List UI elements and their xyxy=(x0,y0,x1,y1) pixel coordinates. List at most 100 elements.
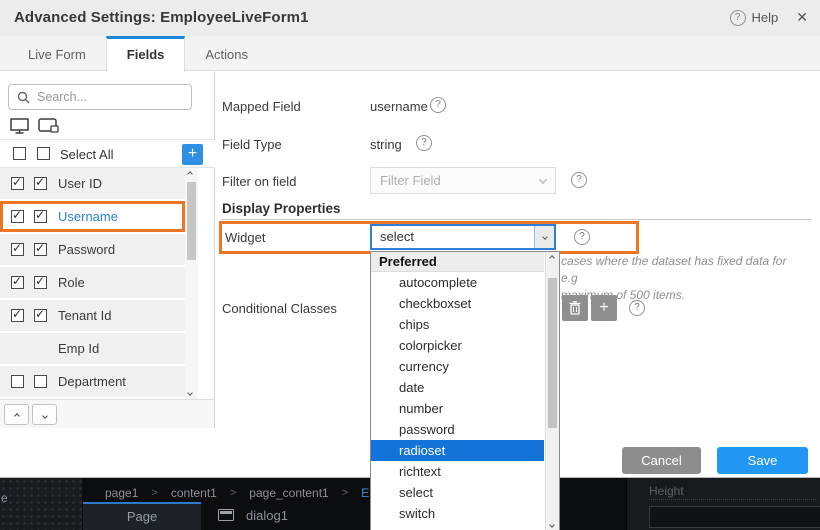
scroll-down-icon[interactable] xyxy=(187,390,193,396)
filter-on-field-label: Filter on field xyxy=(222,174,296,189)
option-autocomplete[interactable]: autocomplete xyxy=(371,272,544,293)
breadcrumb: page1 > content1 > page_content1 > Emplo… xyxy=(105,486,415,500)
field-item-user-id[interactable]: User ID xyxy=(0,168,185,199)
widget-help-line1: cases where the dataset has fixed data f… xyxy=(561,253,801,287)
mapped-field-label: Mapped Field xyxy=(222,99,301,114)
option-chips[interactable]: chips xyxy=(371,314,544,335)
tab-live-form[interactable]: Live Form xyxy=(8,36,106,70)
option-richtext[interactable]: richtext xyxy=(371,461,544,482)
search-box[interactable] xyxy=(8,84,192,110)
option-date[interactable]: date xyxy=(371,377,544,398)
option-checkboxset[interactable]: checkboxset xyxy=(371,293,544,314)
move-field-up-button[interactable] xyxy=(4,404,29,425)
checkbox[interactable] xyxy=(11,375,24,388)
help-icon[interactable]: ? xyxy=(571,172,587,188)
height-input[interactable] xyxy=(649,506,820,528)
checkbox[interactable] xyxy=(11,243,24,256)
tab-fields[interactable]: Fields xyxy=(106,36,186,72)
conditional-classes-label: Conditional Classes xyxy=(222,301,337,316)
display-properties-title: Display Properties xyxy=(222,201,341,216)
select-all-checkbox-1[interactable] xyxy=(13,147,26,160)
dropdown-scrollbar[interactable] xyxy=(545,252,559,530)
checkbox[interactable] xyxy=(34,210,47,223)
help-icon[interactable]: ? xyxy=(730,10,746,26)
widget-select[interactable]: select xyxy=(370,224,556,250)
breadcrumb-separator: > xyxy=(151,487,157,499)
option-currency[interactable]: currency xyxy=(371,356,544,377)
delete-class-button[interactable] xyxy=(562,295,588,321)
save-button[interactable]: Save xyxy=(717,447,808,474)
scrollbar-thumb[interactable] xyxy=(187,182,196,260)
field-label: Role xyxy=(58,275,85,290)
sidebar-scrollbar[interactable] xyxy=(185,168,198,399)
help-button[interactable]: ? Help xyxy=(730,10,779,26)
breadcrumb-item-content1[interactable]: content1 xyxy=(171,486,217,500)
tab-actions[interactable]: Actions xyxy=(185,36,268,70)
field-item-role[interactable]: Role xyxy=(0,267,185,298)
cancel-button[interactable]: Cancel xyxy=(622,447,701,474)
help-label[interactable]: Help xyxy=(752,10,779,25)
page-tab[interactable]: Page xyxy=(83,502,201,530)
checkbox[interactable] xyxy=(11,276,24,289)
tab-bar: Live Form Fields Actions xyxy=(0,36,820,71)
field-label: Password xyxy=(58,242,115,257)
select-all-checkbox-2[interactable] xyxy=(37,147,50,160)
help-icon[interactable]: ? xyxy=(416,135,432,151)
widget-highlight-box: Widget select ? xyxy=(219,221,639,254)
checkbox[interactable] xyxy=(34,276,47,289)
checkbox[interactable] xyxy=(11,210,24,223)
scroll-up-icon[interactable] xyxy=(187,171,193,177)
screen: e page1 > content1 > page_content1 > Emp… xyxy=(0,0,820,530)
chevron-down-icon xyxy=(42,413,48,419)
filter-field-select[interactable]: Filter Field xyxy=(370,167,556,194)
mobile-icon[interactable] xyxy=(38,118,59,133)
breadcrumb-item-page1[interactable]: page1 xyxy=(105,486,138,500)
close-icon[interactable]: ✕ xyxy=(796,9,808,26)
option-number[interactable]: number xyxy=(371,398,544,419)
dropdown-group-preferred: Preferred xyxy=(371,252,544,272)
scroll-up-icon[interactable] xyxy=(549,255,555,261)
scrollbar-thumb[interactable] xyxy=(548,278,557,428)
field-type-value: string xyxy=(370,137,402,152)
breadcrumb-item-page-content1[interactable]: page_content1 xyxy=(249,486,328,500)
help-icon[interactable]: ? xyxy=(629,300,645,316)
properties-panel: Height xyxy=(626,478,820,530)
checkbox[interactable] xyxy=(34,309,47,322)
field-item-tenant-id[interactable]: Tenant Id xyxy=(0,300,185,331)
height-property-label: Height xyxy=(649,482,816,500)
option-password[interactable]: password xyxy=(371,419,544,440)
scroll-down-icon[interactable] xyxy=(549,522,555,528)
widget-label: Widget xyxy=(225,230,265,245)
select-arrow-button[interactable] xyxy=(534,226,554,248)
option-radioset[interactable]: radioset xyxy=(371,440,544,461)
help-icon[interactable]: ? xyxy=(430,97,446,113)
checkbox[interactable] xyxy=(11,177,24,190)
field-item-emp-id[interactable]: Emp Id xyxy=(0,333,185,364)
chevron-down-icon xyxy=(542,234,548,240)
move-field-down-button[interactable] xyxy=(32,404,57,425)
dialog-title: Advanced Settings: EmployeeLiveForm1 xyxy=(14,9,309,26)
add-class-button[interactable]: + xyxy=(591,295,617,321)
option-switch[interactable]: switch xyxy=(371,503,544,524)
field-item-username[interactable]: Username xyxy=(0,201,185,232)
chevron-down-icon xyxy=(539,176,547,184)
breadcrumb-separator: > xyxy=(342,487,348,499)
field-item-department[interactable]: Department xyxy=(0,366,185,397)
checkbox[interactable] xyxy=(34,375,47,388)
checkbox[interactable] xyxy=(34,177,47,190)
add-field-button[interactable]: + xyxy=(182,144,203,165)
option-select[interactable]: select xyxy=(371,482,544,503)
field-list: User ID Username Password Role Tenant Id xyxy=(0,168,185,399)
dialog1-label[interactable]: dialog1 xyxy=(246,508,288,523)
option-colorpicker[interactable]: colorpicker xyxy=(371,335,544,356)
breadcrumb-separator: > xyxy=(230,487,236,499)
help-icon[interactable]: ? xyxy=(574,229,590,245)
field-item-password[interactable]: Password xyxy=(0,234,185,265)
checkbox[interactable] xyxy=(34,243,47,256)
dropdown-option-list: Preferred autocomplete checkboxset chips… xyxy=(371,252,544,530)
desktop-icon[interactable] xyxy=(10,118,29,134)
search-input[interactable] xyxy=(37,90,183,104)
clipped-text: e xyxy=(1,491,8,505)
checkbox[interactable] xyxy=(11,309,24,322)
field-label: User ID xyxy=(58,176,102,191)
